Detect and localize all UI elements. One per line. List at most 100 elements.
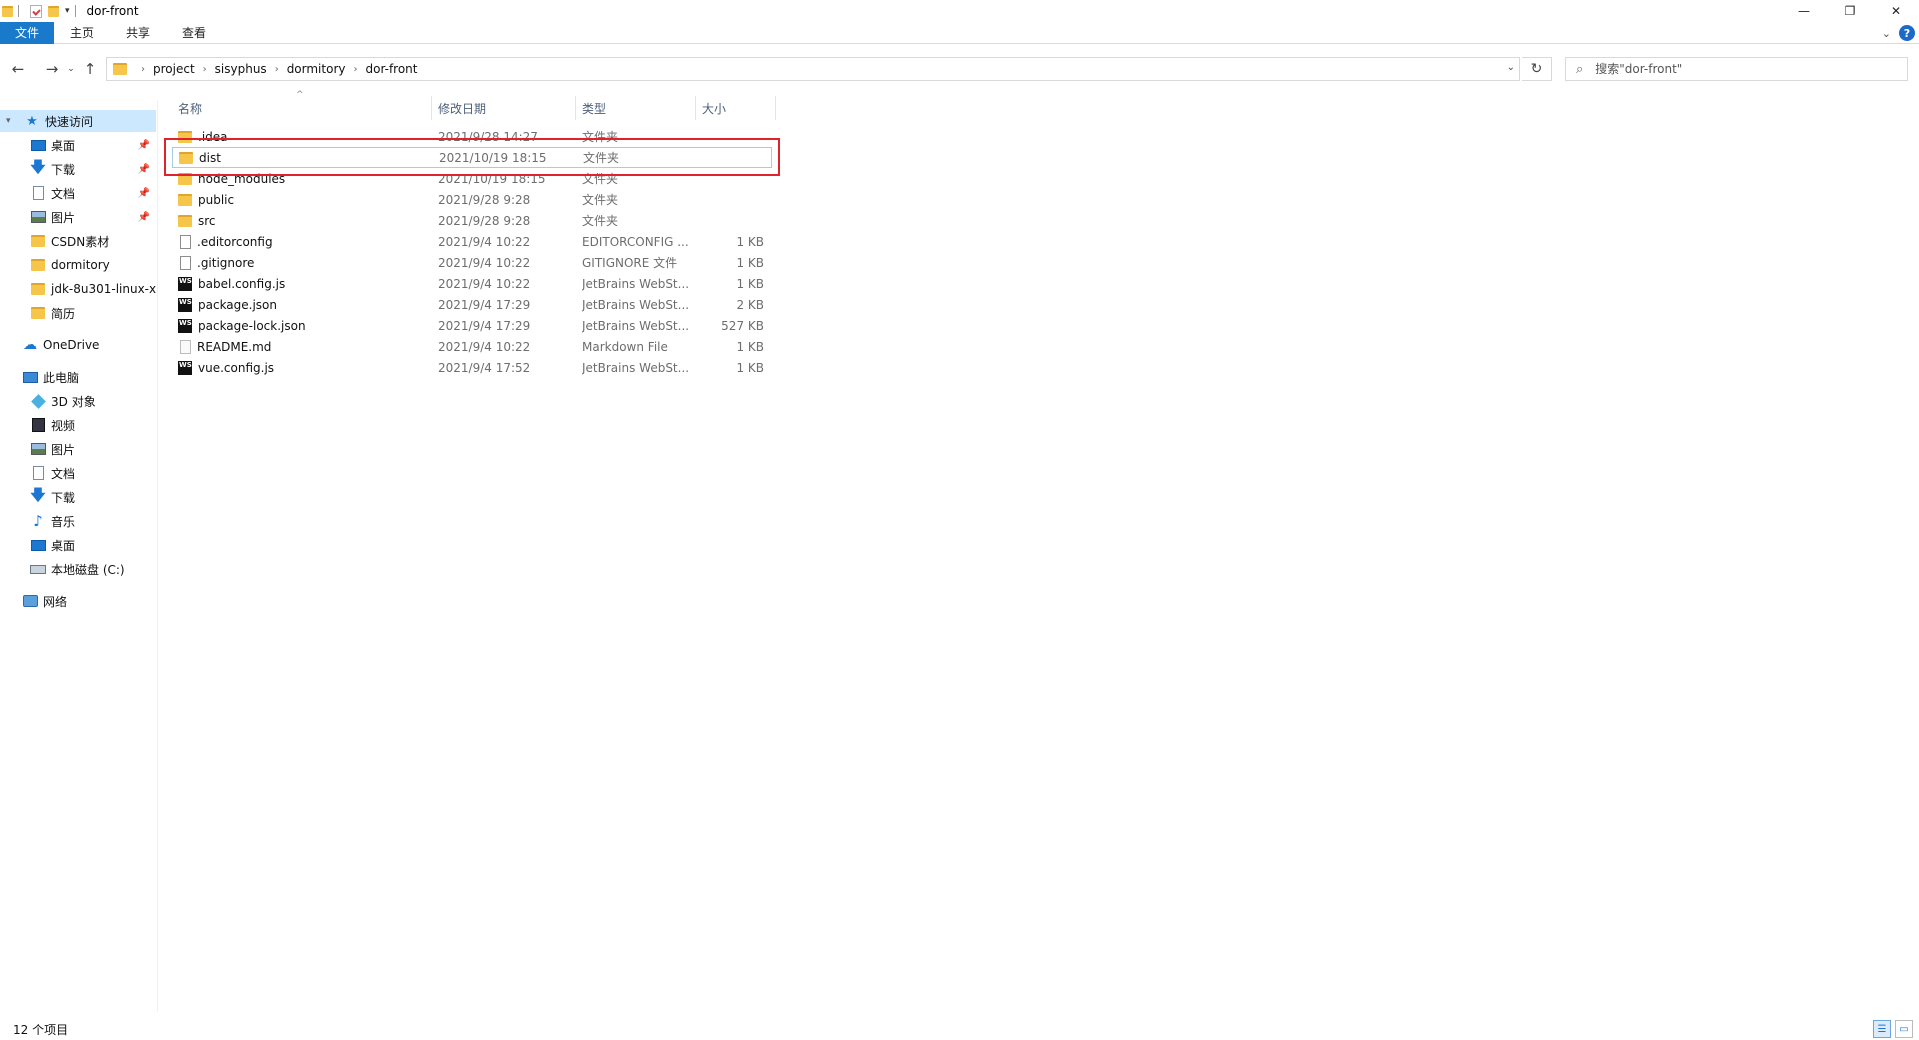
file-name-cell: public	[178, 193, 428, 207]
sidebar-item-jdk[interactable]: jdk-8u301-linux-x6	[30, 278, 156, 300]
sidebar-item-csdn[interactable]: CSDN素材	[30, 230, 156, 252]
breadcrumb-dor-front[interactable]: dor-front	[365, 62, 417, 76]
sidebar-item-label: 文档	[51, 186, 76, 201]
file-row-package-lock-json[interactable]: WS package-lock.json 2021/9/4 17:29 JetBrai…	[172, 315, 772, 336]
expand-arrow-icon[interactable]: ▾	[6, 116, 11, 126]
new-folder-icon[interactable]	[48, 5, 59, 17]
file-row-babel-config-js[interactable]: WS babel.config.js 2021/9/4 10:22 JetBrains…	[172, 273, 772, 294]
sidebar-item-network[interactable]: 网络	[0, 590, 156, 612]
help-icon[interactable]: ?	[1899, 25, 1915, 41]
file-row-readme-md[interactable]: README.md 2021/9/4 10:22 Markdown File 1 KB	[172, 336, 772, 357]
file-name: README.md	[197, 339, 272, 354]
tab-home[interactable]: 主页	[54, 22, 110, 44]
webstorm-file-icon: WS	[178, 276, 192, 291]
file-row-gitignore[interactable]: .gitignore 2021/9/4 10:22 GITIGNORE 文件 1 KB	[172, 252, 772, 273]
sidebar-item-label: 简历	[51, 306, 76, 321]
sidebar-item-music[interactable]: ♪ 音乐	[30, 510, 156, 532]
sidebar-item-label: 3D 对象	[51, 394, 96, 409]
sidebar-item-pictures[interactable]: 图片 📌	[30, 206, 156, 228]
chevron-right-icon[interactable]: ›	[353, 64, 357, 75]
details-view-icon[interactable]: ☰	[1873, 1020, 1891, 1038]
file-row-idea[interactable]: .idea 2021/9/28 14:27 文件夹	[172, 126, 772, 147]
toolbar-divider	[74, 5, 76, 17]
file-row-node-modules[interactable]: node_modules 2021/10/19 18:15 文件夹	[172, 168, 772, 189]
column-header-date[interactable]: 修改日期	[432, 96, 576, 120]
recent-locations-dropdown[interactable]: ⌄	[64, 57, 78, 81]
folder-icon	[2, 5, 13, 17]
sidebar-item-onedrive[interactable]: ☁ OneDrive	[0, 334, 156, 356]
sidebar-item-videos[interactable]: 视频	[30, 414, 156, 436]
close-button[interactable]: ✕	[1873, 0, 1919, 22]
sidebar-item-resume[interactable]: 简历	[30, 302, 156, 324]
file-name: dist	[199, 150, 221, 165]
address-bar[interactable]: › project › sisyphus › dormitory › dor-f…	[106, 57, 1520, 81]
file-row-dist[interactable]: dist 2021/10/19 18:15 文件夹	[172, 147, 772, 168]
file-size: 1 KB	[736, 234, 764, 249]
document-icon	[32, 466, 44, 480]
breadcrumb-sisyphus[interactable]: sisyphus	[215, 62, 267, 76]
search-box[interactable]: ⌕	[1565, 57, 1908, 81]
file-row-public[interactable]: public 2021/9/28 9:28 文件夹	[172, 189, 772, 210]
properties-icon[interactable]	[30, 4, 42, 18]
breadcrumb-dormitory[interactable]: dormitory	[287, 62, 346, 76]
sidebar-item-downloads[interactable]: 🡇 下载 📌	[30, 158, 156, 180]
tab-view[interactable]: 查看	[166, 22, 222, 44]
restore-button[interactable]: ❐	[1827, 0, 1873, 22]
webstorm-file-icon: WS	[178, 318, 192, 333]
file-type: 文件夹	[582, 130, 619, 144]
file-row-editorconfig[interactable]: .editorconfig 2021/9/4 10:22 EDITORCONFIG …	[172, 231, 772, 252]
sidebar-item-3d-objects[interactable]: 3D 对象	[30, 390, 156, 412]
computer-icon	[22, 371, 38, 383]
view-mode-switcher: ☰ ▭	[1869, 1020, 1913, 1038]
breadcrumb-project[interactable]: project	[153, 62, 195, 76]
back-button[interactable]: ←	[6, 57, 30, 81]
refresh-button[interactable]: ↻	[1522, 57, 1552, 81]
forward-button[interactable]: →	[40, 57, 64, 81]
pin-icon[interactable]: 📌	[138, 164, 150, 175]
sidebar-item-pc-downloads[interactable]: 🡇 下载	[30, 486, 156, 508]
expand-ribbon-chevron-icon[interactable]: ⌄	[1882, 27, 1891, 40]
file-date: 2021/9/4 10:22	[438, 255, 531, 270]
file-name-cell: WS package-lock.json	[178, 318, 428, 333]
file-size: 527 KB	[721, 318, 764, 333]
pin-icon[interactable]: 📌	[138, 188, 150, 199]
chevron-right-icon[interactable]: ›	[141, 64, 145, 75]
chevron-right-icon[interactable]: ›	[203, 64, 207, 75]
tab-share[interactable]: 共享	[110, 22, 166, 44]
file-row-src[interactable]: src 2021/9/28 9:28 文件夹	[172, 210, 772, 231]
sidebar-item-quick-access[interactable]: ▾ ★ 快速访问	[0, 110, 156, 132]
sidebar-item-pc-pictures[interactable]: 图片	[30, 438, 156, 460]
file-size: 1 KB	[736, 255, 764, 270]
sidebar-item-local-disk[interactable]: 本地磁盘 (C:)	[30, 558, 156, 580]
sidebar-item-pc-desktop[interactable]: 桌面	[30, 534, 156, 556]
blank-file-icon	[180, 234, 191, 249]
pin-icon[interactable]: 📌	[138, 212, 150, 223]
file-name: vue.config.js	[198, 360, 275, 375]
sidebar-item-documents[interactable]: 文档 📌	[30, 182, 156, 204]
up-button[interactable]: ↑	[78, 57, 102, 81]
file-row-vue-config-js[interactable]: WS vue.config.js 2021/9/4 17:52 JetBrains W…	[172, 357, 772, 378]
file-name-cell: WS vue.config.js	[178, 360, 428, 375]
column-header-size[interactable]: 大小	[696, 96, 776, 120]
file-type: JetBrains WebSt...	[582, 276, 690, 291]
minimize-button[interactable]: —	[1781, 0, 1827, 22]
sidebar-item-desktop[interactable]: 桌面 📌	[30, 134, 156, 156]
sidebar-item-pc-documents[interactable]: 文档	[30, 462, 156, 484]
large-icons-view-icon[interactable]: ▭	[1895, 1020, 1913, 1038]
customize-toolbar-dropdown-icon[interactable]: ▾	[65, 6, 70, 16]
cloud-icon: ☁	[23, 337, 37, 353]
file-type: 文件夹	[583, 151, 620, 165]
tab-file[interactable]: 文件	[0, 21, 54, 44]
sidebar-item-this-pc[interactable]: 此电脑	[0, 366, 156, 388]
file-name: package-lock.json	[198, 318, 306, 333]
address-history-dropdown-icon[interactable]: ⌄	[1507, 62, 1515, 73]
pin-icon[interactable]: 📌	[138, 140, 150, 151]
column-header-type[interactable]: 类型	[576, 96, 696, 120]
file-type: 文件夹	[582, 172, 619, 186]
chevron-right-icon[interactable]: ›	[275, 64, 279, 75]
search-input[interactable]	[1593, 61, 1894, 77]
sidebar-item-dormitory[interactable]: dormitory	[30, 254, 156, 276]
file-type: EDITORCONFIG ...	[582, 234, 689, 249]
video-icon	[31, 418, 45, 432]
file-row-package-json[interactable]: WS package.json 2021/9/4 17:29 JetBrains We…	[172, 294, 772, 315]
